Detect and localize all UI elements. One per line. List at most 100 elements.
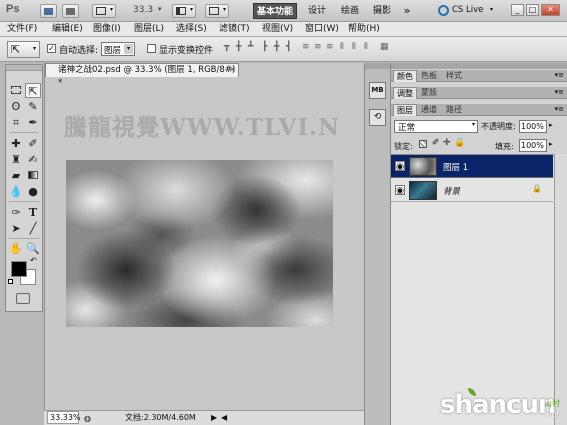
zoom-dropdown-icon[interactable]: ▾ — [158, 5, 162, 13]
panel-menu-icon[interactable]: ▾≡ — [555, 105, 564, 113]
menu-layer[interactable]: 图层(L) — [134, 23, 164, 36]
line-tool-icon[interactable]: ╱ — [25, 221, 41, 236]
menu-window[interactable]: 窗口(W) — [305, 23, 339, 36]
align-top-icon[interactable]: ┳ — [224, 42, 229, 52]
panel-menu-icon[interactable]: ▾≡ — [555, 88, 564, 96]
show-transform-checkbox[interactable] — [147, 44, 156, 53]
tab-adjustments[interactable]: 调整 — [393, 87, 417, 99]
distribute-top-icon[interactable]: ≡ — [302, 42, 310, 52]
eye-icon[interactable]: ◉ — [395, 185, 405, 196]
tab-swatches[interactable]: 色板 — [418, 70, 440, 82]
close-button[interactable]: ✕ — [541, 4, 560, 16]
dodge-tool-icon[interactable]: ● — [25, 184, 41, 199]
layer-row-1[interactable]: ◉ 图层 1 — [391, 155, 553, 178]
cslive-label[interactable]: CS Live — [452, 5, 483, 15]
screen-mode-button[interactable]: ▾ — [205, 4, 229, 18]
opacity-input[interactable]: 100% — [519, 120, 547, 133]
lock-all-icon[interactable]: 🔒 — [454, 138, 465, 148]
path-select-tool-icon[interactable]: ➤ — [8, 221, 24, 236]
workspace-essentials-button[interactable]: 基本功能 — [253, 3, 297, 19]
document-tab-close-icon[interactable]: × — [228, 64, 236, 77]
cslive-icon[interactable] — [438, 5, 449, 16]
maximize-button[interactable]: □ — [526, 4, 539, 16]
mini-bridge-panel-icon[interactable]: MB — [369, 82, 386, 99]
more-workspaces-button[interactable]: » — [400, 3, 414, 19]
eye-icon[interactable]: ◉ — [395, 161, 405, 172]
fill-dropdown-icon[interactable]: ▸ — [549, 140, 553, 148]
gradient-tool-icon[interactable] — [25, 168, 41, 183]
minimize-button[interactable]: _ — [511, 4, 524, 16]
blend-mode-dropdown[interactable]: 正常 ▾ — [394, 120, 478, 133]
zoom-tool-icon[interactable]: 🔍 — [25, 241, 41, 256]
status-menu-arrow-icon[interactable]: ▶ — [211, 411, 217, 425]
eraser-tool-icon[interactable]: ▰ — [8, 168, 24, 183]
menu-file[interactable]: 文件(F) — [7, 23, 37, 36]
align-vcenter-icon[interactable]: ╋ — [236, 42, 241, 52]
tab-masks[interactable]: 蒙版 — [418, 87, 440, 99]
fill-input[interactable]: 100% — [519, 139, 547, 152]
opacity-dropdown-icon[interactable]: ▸ — [549, 121, 553, 129]
align-right-icon[interactable]: ┫ — [286, 42, 291, 52]
marquee-tool-icon[interactable] — [8, 83, 24, 98]
eyedropper-tool-icon[interactable]: ✒ — [25, 115, 41, 130]
pen-tool-icon[interactable]: ✑ — [8, 205, 24, 220]
lock-position-icon[interactable]: ✛ — [443, 138, 451, 148]
align-bottom-icon[interactable]: ┻ — [248, 42, 253, 52]
blur-tool-icon[interactable]: 💧 — [8, 184, 24, 199]
layer-row-background[interactable]: ◉ 背景 🔒 — [391, 179, 553, 202]
canvas[interactable] — [66, 160, 333, 327]
default-colors-icon[interactable] — [8, 279, 13, 284]
type-tool-icon[interactable]: T — [25, 205, 41, 220]
tab-styles[interactable]: 样式 — [443, 70, 465, 82]
zoom-status[interactable]: 33.33% — [47, 411, 81, 424]
brush-tool-icon[interactable]: ✐ — [25, 136, 41, 151]
history-panel-icon[interactable]: ⟲ — [369, 109, 386, 126]
quick-mask-icon[interactable] — [16, 293, 30, 304]
align-hcenter-icon[interactable]: ╋ — [274, 42, 279, 52]
menu-image[interactable]: 图像(I) — [93, 23, 121, 36]
auto-select-checkbox[interactable]: ✓ — [47, 44, 56, 53]
auto-align-icon[interactable]: ▦ — [380, 42, 389, 52]
healing-brush-tool-icon[interactable]: ✚ — [8, 136, 24, 151]
tab-channels[interactable]: 通道 — [418, 104, 440, 116]
history-brush-tool-icon[interactable]: ✍ — [25, 152, 41, 167]
distribute-vcenter-icon[interactable]: ≡ — [314, 42, 322, 52]
lock-transparent-icon[interactable] — [419, 140, 427, 148]
layers-scrollbar[interactable] — [554, 154, 567, 425]
workspace-design-button[interactable]: 设计 — [304, 3, 330, 19]
foreground-color-swatch[interactable] — [11, 261, 27, 277]
document-tab[interactable]: 诸神之战02.psd @ 33.3% (图层 1, RGB/8#) * × — [45, 63, 239, 88]
minibridge-button[interactable] — [62, 4, 79, 18]
bridge-button[interactable] — [40, 4, 57, 18]
align-left-icon[interactable]: ┣ — [262, 42, 267, 52]
zoom-level[interactable]: 33.3 — [133, 5, 153, 15]
workspace-photography-button[interactable]: 摄影 — [369, 3, 395, 19]
menu-filter[interactable]: 滤镜(T) — [219, 23, 250, 36]
arrange-documents-button[interactable]: ▾ — [172, 4, 196, 18]
status-info-icon[interactable]: ◍ — [84, 412, 91, 425]
menu-edit[interactable]: 编辑(E) — [52, 23, 83, 36]
distribute-bottom-icon[interactable]: ≡ — [326, 42, 334, 52]
hand-tool-icon[interactable]: ✋ — [8, 241, 24, 256]
tab-color[interactable]: 颜色 — [393, 70, 417, 82]
distribute-left-icon[interactable]: ⫴ — [340, 42, 344, 52]
panel-menu-icon[interactable]: ▾≡ — [555, 71, 564, 79]
swap-colors-icon[interactable]: ↶ — [30, 256, 37, 265]
clone-stamp-tool-icon[interactable]: ♜ — [8, 152, 24, 167]
menu-select[interactable]: 选择(S) — [176, 23, 207, 36]
lasso-tool-icon[interactable]: ʘ — [8, 99, 24, 114]
menu-view[interactable]: 视图(V) — [262, 23, 293, 36]
distribute-hcenter-icon[interactable]: ⫴ — [352, 42, 356, 52]
workspace-painting-button[interactable]: 绘画 — [337, 3, 363, 19]
lock-pixels-icon[interactable]: ✐ — [432, 138, 440, 148]
quick-select-tool-icon[interactable]: ✎ — [25, 99, 41, 114]
move-tool-icon[interactable]: ⇱ — [25, 83, 41, 98]
crop-tool-icon[interactable]: ⌗ — [8, 115, 24, 130]
cslive-dropdown-icon[interactable]: ▾ — [490, 6, 493, 13]
view-extras-dropdown[interactable]: ▾ — [92, 4, 116, 18]
tab-layers[interactable]: 图层 — [393, 104, 417, 116]
tab-paths[interactable]: 路径 — [443, 104, 465, 116]
menu-help[interactable]: 帮助(H) — [348, 23, 380, 36]
tool-preset-picker[interactable]: ⇱ ▾ — [7, 41, 40, 58]
distribute-right-icon[interactable]: ⫴ — [364, 42, 368, 52]
